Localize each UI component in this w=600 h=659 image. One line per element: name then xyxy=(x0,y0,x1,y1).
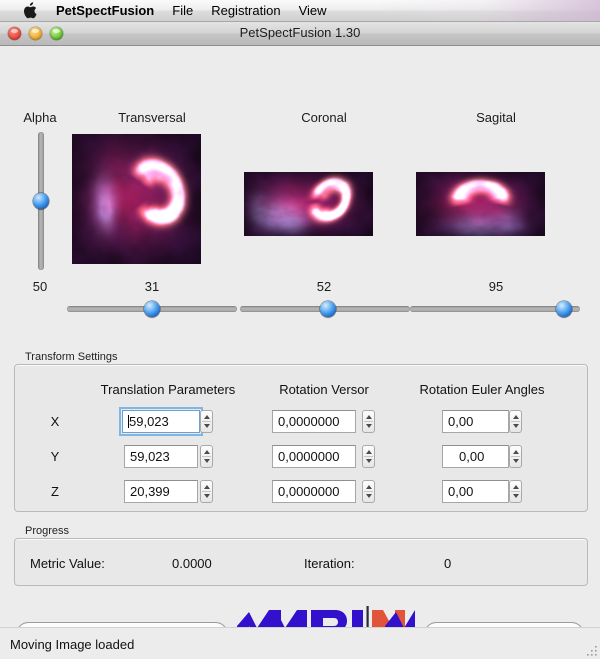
menu-bar: PetSpectFusion File Registration View xyxy=(0,0,600,22)
menu-item-app-name[interactable]: PetSpectFusion xyxy=(47,2,163,20)
euler-z-stepper[interactable] xyxy=(509,480,522,503)
sagital-image[interactable] xyxy=(416,172,545,236)
transversal-image[interactable] xyxy=(72,134,201,264)
sagital-view-label: Sagital xyxy=(476,110,516,125)
stepper-up-icon[interactable] xyxy=(365,415,372,419)
translation-parameters-header: Translation Parameters xyxy=(100,382,236,397)
iteration-label: Iteration: xyxy=(304,556,355,571)
status-message: Moving Image loaded xyxy=(10,637,135,652)
stepper-up-icon[interactable] xyxy=(203,485,210,489)
versor-z-input[interactable]: 0,0000000 xyxy=(272,480,356,503)
translation-x-stepper[interactable] xyxy=(200,410,213,433)
stepper-divider xyxy=(364,491,373,492)
alpha-slider-knob[interactable] xyxy=(33,193,49,209)
coronal-view-label: Coronal xyxy=(301,110,347,125)
alpha-label: Alpha xyxy=(23,110,57,125)
metric-value: 0.0000 xyxy=(172,556,212,571)
transversal-value: 31 xyxy=(144,279,160,294)
versor-x-stepper[interactable] xyxy=(362,410,375,433)
stepper-up-icon[interactable] xyxy=(203,415,210,419)
stepper-down-icon[interactable] xyxy=(203,424,210,428)
euler-x-stepper[interactable] xyxy=(509,410,522,433)
versor-z-stepper[interactable] xyxy=(362,480,375,503)
versor-x-input[interactable]: 0,0000000 xyxy=(272,410,356,433)
coronal-slider-knob[interactable] xyxy=(320,301,337,317)
alpha-value: 50 xyxy=(32,279,48,294)
coronal-image[interactable] xyxy=(244,172,373,236)
translation-z-input[interactable]: 20,399 xyxy=(124,480,198,503)
stepper-up-icon[interactable] xyxy=(365,450,372,454)
stepper-divider xyxy=(511,456,520,457)
coronal-image-canvas xyxy=(244,172,373,236)
stepper-down-icon[interactable] xyxy=(512,459,519,463)
application-window: PetSpectFusion File Registration View Pe… xyxy=(0,0,600,659)
menu-item-registration[interactable]: Registration xyxy=(202,2,289,20)
sagital-image-canvas xyxy=(416,172,545,236)
menubar-tint xyxy=(370,0,600,21)
stepper-down-icon[interactable] xyxy=(512,424,519,428)
stepper-divider xyxy=(202,491,211,492)
coronal-value: 52 xyxy=(316,279,332,294)
stepper-up-icon[interactable] xyxy=(203,450,210,454)
translation-x-value: 59,023 xyxy=(129,414,169,429)
stepper-up-icon[interactable] xyxy=(512,415,519,419)
sagital-value: 95 xyxy=(488,279,504,294)
metric-value-label: Metric Value: xyxy=(30,556,105,571)
coronal-slider[interactable] xyxy=(240,301,410,317)
stepper-up-icon[interactable] xyxy=(512,485,519,489)
euler-y-stepper[interactable] xyxy=(509,445,522,468)
transversal-slider[interactable] xyxy=(67,301,237,317)
axis-label-z: Z xyxy=(51,484,59,499)
axis-label-x: X xyxy=(50,414,60,429)
euler-y-input[interactable]: 0,00 xyxy=(442,445,509,468)
transform-settings-title: Transform Settings xyxy=(22,351,121,363)
transversal-view-label: Transversal xyxy=(118,110,186,125)
translation-x-input[interactable]: 59,023 xyxy=(119,407,203,436)
euler-z-input[interactable]: 0,00 xyxy=(442,480,509,503)
stepper-down-icon[interactable] xyxy=(203,494,210,498)
stepper-down-icon[interactable] xyxy=(365,494,372,498)
sagital-slider-knob[interactable] xyxy=(556,301,573,317)
alpha-slider[interactable] xyxy=(33,132,49,270)
stepper-down-icon[interactable] xyxy=(365,424,372,428)
translation-z-stepper[interactable] xyxy=(200,480,213,503)
rotation-euler-angles-header: Rotation Euler Angles xyxy=(419,382,545,397)
status-bar: Moving Image loaded xyxy=(0,627,600,659)
translation-y-stepper[interactable] xyxy=(200,445,213,468)
stepper-down-icon[interactable] xyxy=(365,459,372,463)
rotation-versor-header: Rotation Versor xyxy=(279,382,369,397)
stepper-down-icon[interactable] xyxy=(512,494,519,498)
window-content: Alpha Transversal Coronal Sagital 50 31 … xyxy=(0,46,600,659)
euler-x-input[interactable]: 0,00 xyxy=(442,410,509,433)
window-title: PetSpectFusion 1.30 xyxy=(239,25,361,40)
versor-y-stepper[interactable] xyxy=(362,445,375,468)
apple-logo-icon[interactable] xyxy=(23,2,39,19)
progress-group-title: Progress xyxy=(22,525,73,537)
stepper-divider xyxy=(511,491,520,492)
translation-y-input[interactable]: 59,023 xyxy=(124,445,198,468)
sagital-slider-track xyxy=(410,306,580,312)
axis-label-y: Y xyxy=(50,449,60,464)
iteration-value: 0 xyxy=(444,556,452,571)
stepper-divider xyxy=(364,421,373,422)
stepper-up-icon[interactable] xyxy=(512,450,519,454)
stepper-divider xyxy=(202,421,211,422)
sagital-slider[interactable] xyxy=(410,301,580,317)
stepper-divider xyxy=(202,456,211,457)
versor-y-input[interactable]: 0,0000000 xyxy=(272,445,356,468)
window-title-bar[interactable]: PetSpectFusion 1.30 xyxy=(0,22,600,46)
menu-item-file[interactable]: File xyxy=(163,2,202,20)
stepper-up-icon[interactable] xyxy=(365,485,372,489)
stepper-down-icon[interactable] xyxy=(203,459,210,463)
transversal-image-canvas xyxy=(72,134,201,264)
stepper-divider xyxy=(511,421,520,422)
menu-item-view[interactable]: View xyxy=(290,2,336,20)
transversal-slider-knob[interactable] xyxy=(144,301,160,317)
resize-grip[interactable] xyxy=(584,644,599,659)
stepper-divider xyxy=(364,456,373,457)
